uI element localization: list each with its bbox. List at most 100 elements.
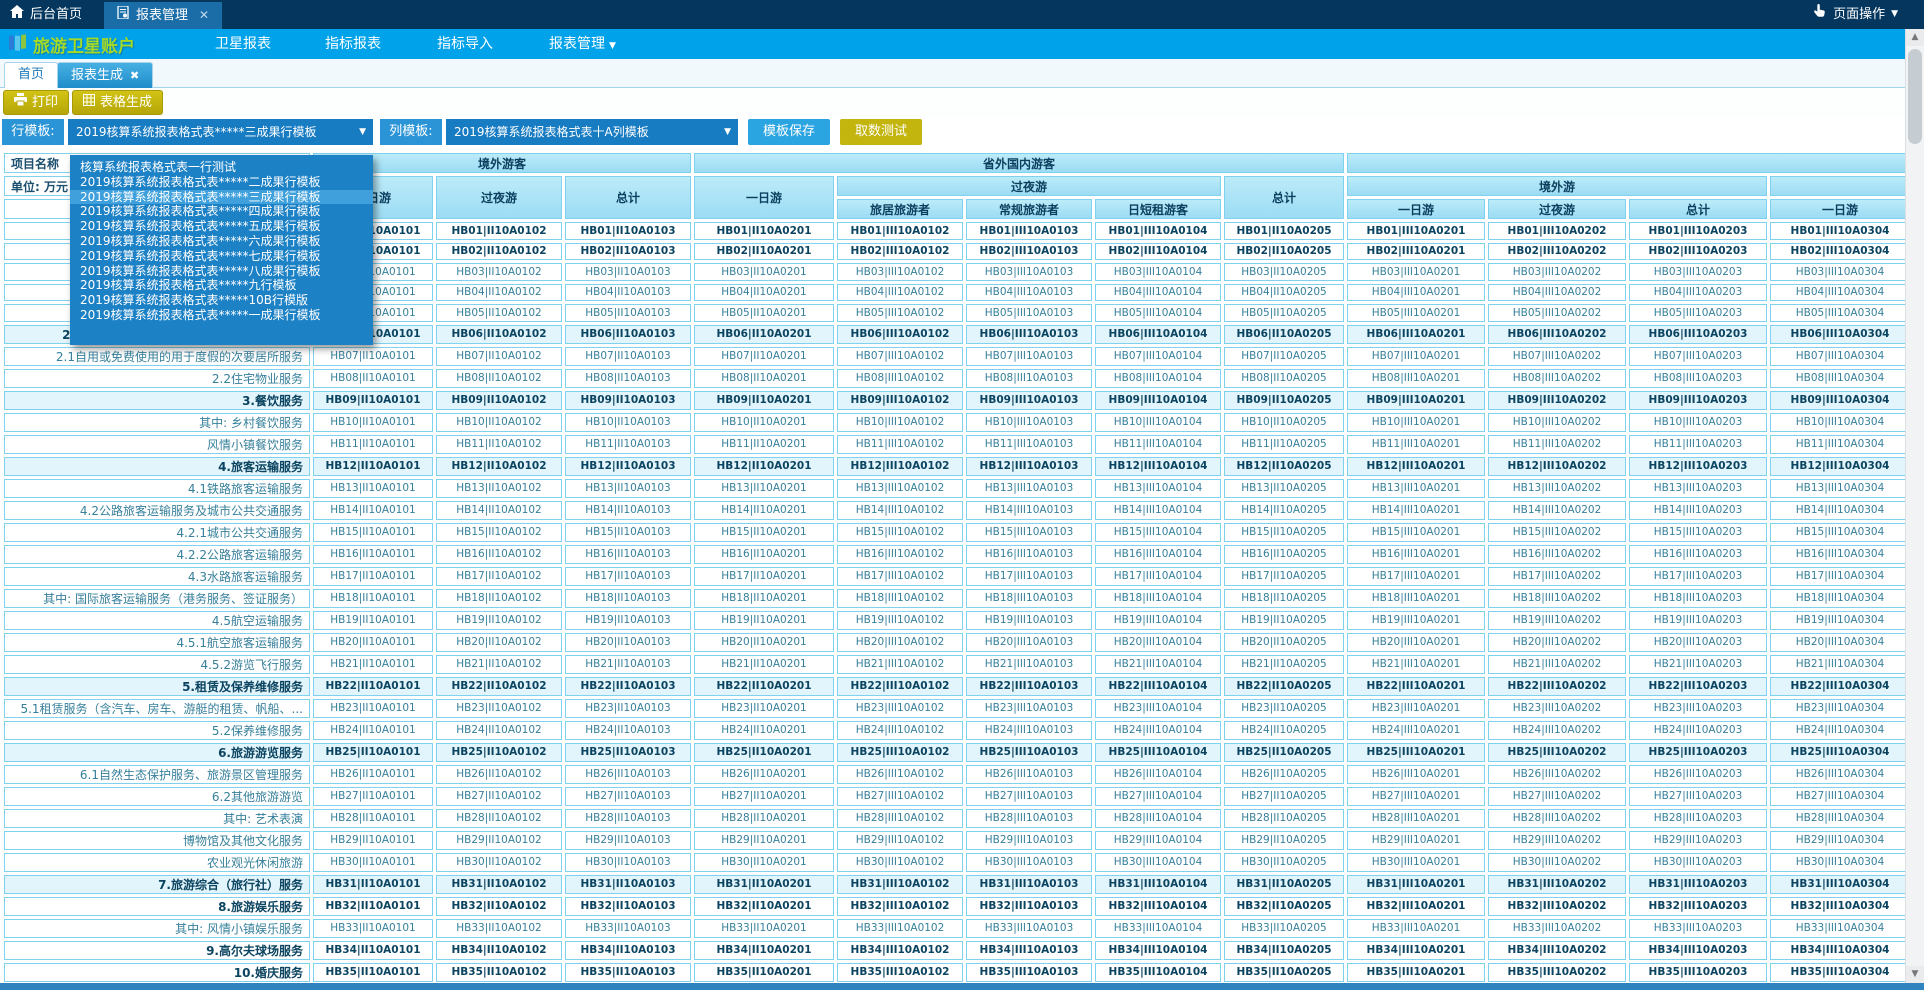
- menu-report-management[interactable]: 报表管理▼: [549, 29, 616, 59]
- data-cell: HB12|II10A0205: [1224, 457, 1344, 476]
- data-cell: HB23|III10A0104: [1095, 699, 1221, 718]
- row-label-cell: 5.2保养维修服务: [4, 721, 310, 740]
- top-tab-report-management[interactable]: 报表管理 ✕: [104, 2, 222, 29]
- horizontal-scrollbar[interactable]: [0, 983, 1924, 990]
- save-template-button[interactable]: 模板保存: [748, 119, 830, 145]
- data-cell: HB32|III10A0202: [1488, 897, 1626, 916]
- data-cell: HB01|III10A0203: [1629, 222, 1767, 240]
- data-cell: HB31|III10A0103: [966, 875, 1092, 894]
- scroll-up-arrow-icon[interactable]: ▲: [1906, 29, 1924, 46]
- data-cell: HB32|III10A0201: [1347, 897, 1485, 916]
- data-cell: HB29|II10A0102: [436, 831, 562, 850]
- fetch-test-button[interactable]: 取数测试: [840, 119, 922, 145]
- data-cell: HB25|II10A0101: [313, 743, 433, 762]
- row-label-cell: 4.2公路旅客运输服务及城市公共交通服务: [4, 501, 310, 520]
- data-cell: HB29|II10A0201: [694, 831, 834, 850]
- group-header-right-empty: [1347, 153, 1910, 173]
- dropdown-option[interactable]: 2019核算系统报表格式表*****八成果行模板: [70, 264, 373, 279]
- data-cell: HB07|III10A0201: [1347, 347, 1485, 366]
- data-cell: HB16|II10A0205: [1224, 545, 1344, 564]
- page-operations-menu[interactable]: 页面操作 ▼: [1812, 0, 1898, 29]
- data-cell: HB14|II10A0101: [313, 501, 433, 520]
- data-cell: HB15|II10A0102: [436, 523, 562, 542]
- col-template-select[interactable]: 2019核算系统报表格式表十A列模板 ▼: [446, 119, 738, 145]
- dropdown-option[interactable]: 2019核算系统报表格式表*****二成果行模板: [70, 175, 373, 190]
- dropdown-option[interactable]: 2019核算系统报表格式表*****七成果行模板: [70, 249, 373, 264]
- data-cell: HB13|II10A0103: [565, 479, 691, 498]
- data-cell: HB02|II10A0201: [694, 243, 834, 261]
- data-cell: HB17|III10A0103: [966, 567, 1092, 586]
- data-cell: HB31|III10A0201: [1347, 875, 1485, 894]
- data-cell: HB27|II10A0102: [436, 787, 562, 806]
- data-cell: HB33|II10A0205: [1224, 919, 1344, 938]
- vertical-scrollbar[interactable]: ▲ ▼: [1905, 29, 1924, 983]
- dropdown-option[interactable]: 2019核算系统报表格式表*****一成果行模板: [70, 308, 373, 323]
- dropdown-option[interactable]: 2019核算系统报表格式表*****10B行模版: [70, 293, 373, 308]
- data-cell: HB25|III10A0304: [1770, 743, 1910, 762]
- row-template-label: 行模板:: [2, 119, 64, 145]
- col-header-total: 总计: [1224, 176, 1344, 219]
- data-cell: HB33|III10A0304: [1770, 919, 1910, 938]
- data-cell: HB01|II10A0205: [1224, 222, 1344, 240]
- data-cell: HB13|III10A0304: [1770, 479, 1910, 498]
- data-cell: HB14|II10A0102: [436, 501, 562, 520]
- dropdown-option[interactable]: 2019核算系统报表格式表*****五成果行模板: [70, 219, 373, 234]
- generate-table-button[interactable]: 表格生成: [72, 90, 163, 115]
- data-cell: HB25|II10A0201: [694, 743, 834, 762]
- data-cell: HB18|II10A0205: [1224, 589, 1344, 608]
- menu-indicator-import[interactable]: 指标导入: [437, 29, 493, 59]
- dropdown-option[interactable]: 2019核算系统报表格式表*****四成果行模板: [70, 204, 373, 219]
- data-cell: HB26|II10A0102: [436, 765, 562, 784]
- data-cell: HB17|II10A0101: [313, 567, 433, 586]
- data-cell: HB12|III10A0103: [966, 457, 1092, 476]
- data-cell: HB32|II10A0101: [313, 897, 433, 916]
- data-cell: HB16|III10A0102: [837, 545, 963, 564]
- col-header-short-rent: 日短租游客: [1095, 199, 1221, 219]
- data-cell: HB11|II10A0101: [313, 435, 433, 454]
- print-button[interactable]: 打印: [3, 90, 69, 115]
- data-cell: HB22|II10A0101: [313, 677, 433, 696]
- data-cell: HB20|II10A0201: [694, 633, 834, 652]
- dropdown-option[interactable]: 2019核算系统报表格式表*****九行模板: [70, 278, 373, 293]
- data-cell: HB14|II10A0103: [565, 501, 691, 520]
- data-cell: HB06|III10A0103: [966, 325, 1092, 344]
- data-cell: HB08|III10A0104: [1095, 369, 1221, 388]
- vertical-scrollbar-thumb[interactable]: [1908, 49, 1922, 144]
- data-cell: HB26|II10A0103: [565, 765, 691, 784]
- data-cell: HB01|III10A0304: [1770, 222, 1910, 240]
- data-cell: HB33|II10A0103: [565, 919, 691, 938]
- data-cell: HB33|III10A0203: [1629, 919, 1767, 938]
- data-cell: HB20|III10A0203: [1629, 633, 1767, 652]
- data-cell: HB07|III10A0304: [1770, 347, 1910, 366]
- menu-satellite-reports[interactable]: 卫星报表: [215, 29, 271, 59]
- row-label-cell: 风情小镇餐饮服务: [4, 435, 310, 454]
- close-icon[interactable]: ✖: [130, 64, 139, 88]
- close-icon[interactable]: ✕: [199, 2, 209, 29]
- row-template-select[interactable]: 2019核算系统报表格式表*****三成果行模板 ▼: [68, 119, 373, 145]
- data-cell: HB26|III10A0202: [1488, 765, 1626, 784]
- dropdown-option[interactable]: 2019核算系统报表格式表*****六成果行模板: [70, 234, 373, 249]
- data-cell: HB16|III10A0203: [1629, 545, 1767, 564]
- data-cell: HB28|II10A0201: [694, 809, 834, 828]
- data-cell: HB20|III10A0202: [1488, 633, 1626, 652]
- backend-home-button[interactable]: 后台首页: [10, 0, 82, 29]
- data-cell: HB20|II10A0101: [313, 633, 433, 652]
- data-cell: HB29|III10A0203: [1629, 831, 1767, 850]
- menu-indicator-reports[interactable]: 指标报表: [325, 29, 381, 59]
- data-cell: HB07|III10A0102: [837, 347, 963, 366]
- dropdown-option[interactable]: 核算系统报表格式表一行测试: [70, 160, 373, 175]
- table-row: 6.旅游游览服务HB25|II10A0101HB25|II10A0102HB25…: [4, 743, 1910, 762]
- data-cell: HB14|II10A0201: [694, 501, 834, 520]
- data-cell: HB35|II10A0205: [1224, 963, 1344, 982]
- dropdown-option[interactable]: 2019核算系统报表格式表*****三成果行模板: [70, 190, 373, 205]
- row-label-cell: 5.1租赁服务（含汽车、房车、游艇的租赁、帆船、...: [4, 699, 310, 718]
- data-cell: HB26|III10A0104: [1095, 765, 1221, 784]
- data-cell: HB11|II10A0201: [694, 435, 834, 454]
- data-cell: HB15|III10A0202: [1488, 523, 1626, 542]
- data-cell: HB16|II10A0103: [565, 545, 691, 564]
- tab-home[interactable]: 首页: [4, 62, 58, 88]
- data-cell: HB15|III10A0103: [966, 523, 1092, 542]
- tab-report-generation[interactable]: 报表生成 ✖: [57, 62, 153, 88]
- table-row: 风情小镇餐饮服务HB11|II10A0101HB11|II10A0102HB11…: [4, 435, 1910, 454]
- scroll-down-arrow-icon[interactable]: ▼: [1906, 966, 1924, 983]
